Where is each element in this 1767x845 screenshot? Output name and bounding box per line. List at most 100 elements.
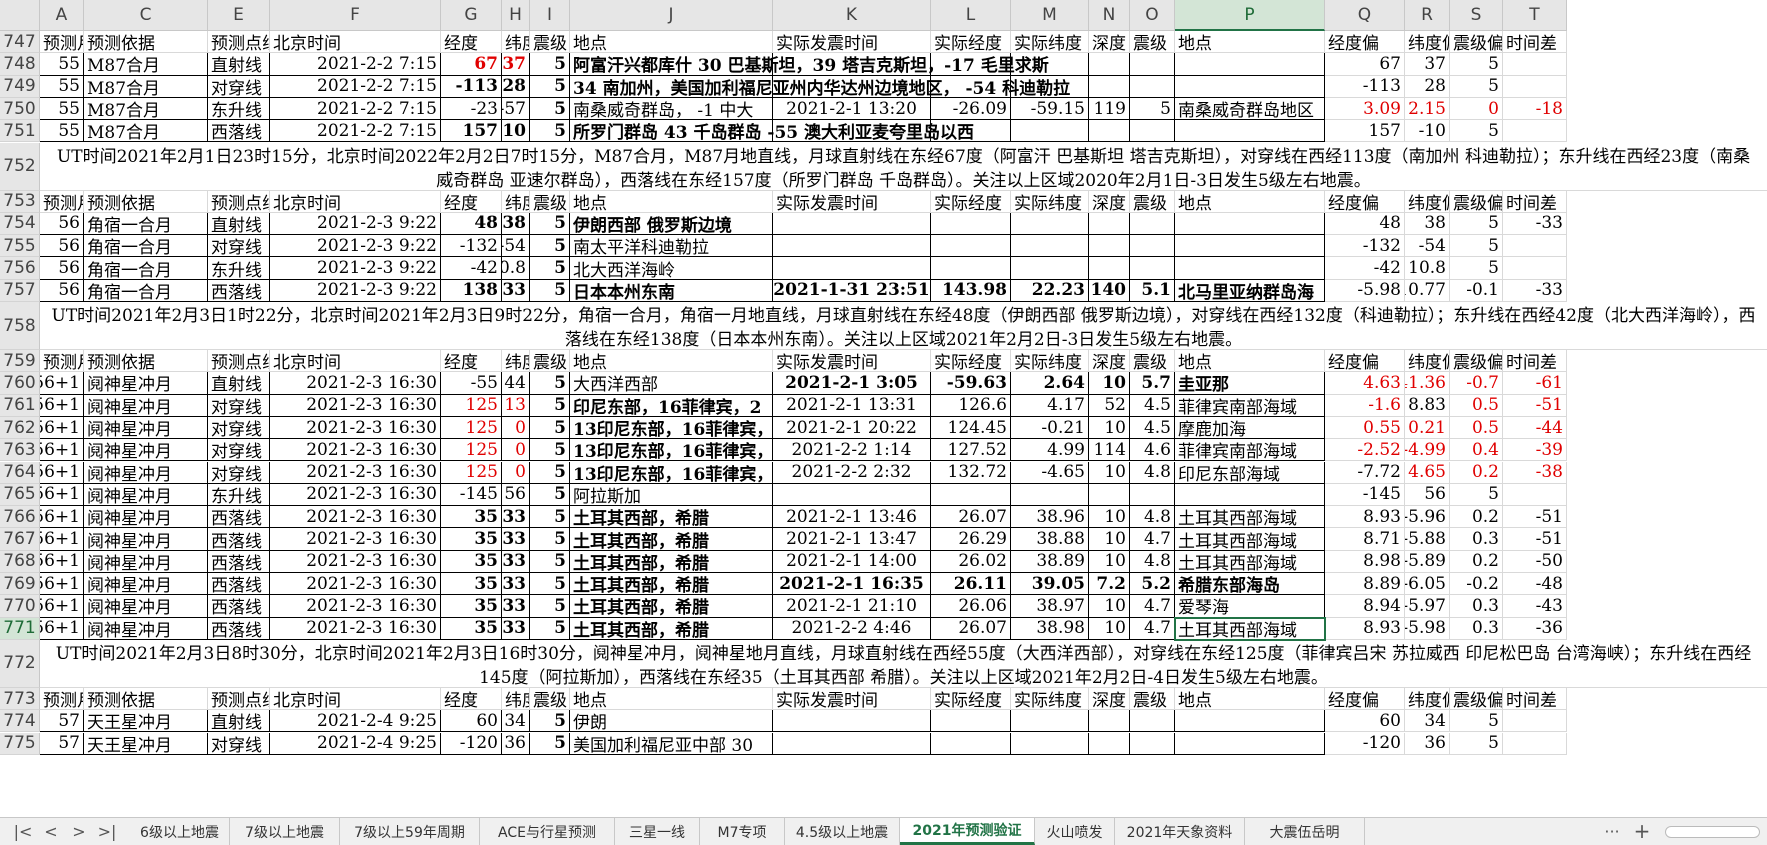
row-header-754[interactable]: 754 — [0, 212, 40, 236]
table-cell[interactable]: 对穿线 — [208, 732, 270, 755]
table-cell[interactable]: -33 — [1503, 212, 1567, 236]
table-cell[interactable]: 5 — [1450, 53, 1503, 76]
table-cell[interactable]: 60 — [441, 710, 502, 733]
table-cell[interactable]: 5 — [530, 53, 570, 76]
header-cell[interactable]: 预测依据 — [84, 31, 208, 54]
header-cell[interactable]: 实际纬度 — [1011, 190, 1089, 213]
table-cell[interactable]: 5 — [530, 617, 570, 640]
table-cell[interactable]: 2021-2-3 16:30 — [270, 394, 441, 417]
select-all-corner[interactable] — [0, 0, 40, 31]
column-header-R[interactable]: R — [1405, 0, 1450, 31]
table-cell[interactable]: 35 — [441, 550, 502, 573]
table-cell[interactable]: 4.8 — [1130, 461, 1175, 484]
table-cell[interactable]: 5 — [530, 550, 570, 573]
column-header-L[interactable]: L — [931, 0, 1011, 31]
table-cell[interactable]: 5 — [530, 279, 570, 302]
table-cell[interactable]: 38 — [502, 212, 530, 236]
table-cell[interactable]: 北马里亚纳群岛海 — [1175, 279, 1325, 302]
sheet-tab[interactable]: M7专项 — [700, 818, 785, 845]
table-cell[interactable]: 阋神星冲月 — [84, 528, 208, 551]
table-cell[interactable]: 4.7 — [1130, 595, 1175, 618]
table-cell[interactable] — [1503, 732, 1567, 755]
table-cell[interactable]: 8.98 — [1325, 550, 1405, 573]
table-cell[interactable]: M87合月 — [84, 75, 208, 98]
table-cell[interactable]: 阋神星冲月 — [84, 506, 208, 529]
header-cell[interactable]: 时间差 — [1503, 687, 1567, 711]
table-cell[interactable]: -42 — [1325, 257, 1405, 280]
table-cell[interactable]: 10 — [1089, 506, 1130, 529]
header-cell[interactable]: 预测依据 — [84, 350, 208, 373]
header-cell[interactable]: 预测点线 — [208, 687, 270, 711]
table-cell[interactable]: 东升线 — [208, 257, 270, 280]
table-cell[interactable] — [1089, 235, 1130, 258]
header-cell[interactable]: 深度 — [1089, 190, 1130, 213]
table-cell[interactable]: 2021-2-3 16:30 — [270, 439, 441, 462]
header-cell[interactable]: 实际经度 — [931, 350, 1011, 373]
table-cell[interactable] — [1130, 235, 1175, 258]
table-cell[interactable]: 4.65 — [1405, 461, 1450, 484]
table-cell[interactable]: 55 — [40, 75, 84, 98]
table-cell[interactable]: -1.6 — [1325, 394, 1405, 417]
table-cell[interactable]: 126.6 — [931, 394, 1011, 417]
row-header-755[interactable]: 755 — [0, 235, 40, 258]
table-cell[interactable]: 119 — [1089, 97, 1130, 121]
column-header-O[interactable]: O — [1130, 0, 1175, 31]
table-cell[interactable] — [1130, 212, 1175, 236]
table-cell[interactable]: M87合月 — [84, 97, 208, 121]
table-cell[interactable]: 37 — [1405, 53, 1450, 76]
row-header-767[interactable]: 767 — [0, 528, 40, 551]
table-cell[interactable]: 2021-2-2 7:15 — [270, 120, 441, 143]
table-cell[interactable]: 13印尼东部，16菲律宾， — [570, 461, 773, 484]
table-cell[interactable]: 0.55 — [1325, 416, 1405, 440]
row-header-750[interactable]: 750 — [0, 97, 40, 121]
row-header-749[interactable]: 749 — [0, 75, 40, 98]
header-cell[interactable]: 预测月 — [40, 350, 84, 373]
table-cell[interactable]: 爱琴海 — [1175, 595, 1325, 618]
table-cell[interactable]: 西落线 — [208, 120, 270, 143]
table-cell[interactable]: 2021-2-1 13:20 — [773, 97, 931, 121]
table-cell[interactable]: 13印尼东部，16菲律宾， — [570, 416, 773, 440]
table-cell[interactable]: 2021-2-3 9:22 — [270, 212, 441, 236]
table-cell[interactable]: 2021-2-3 16:30 — [270, 573, 441, 596]
table-cell[interactable]: -0.1 — [1450, 279, 1503, 302]
header-cell[interactable]: 纬度偏差 — [1405, 350, 1450, 373]
table-cell[interactable]: 26.02 — [931, 550, 1011, 573]
header-cell[interactable]: 北京时间 — [270, 350, 441, 373]
header-cell[interactable]: 深度 — [1089, 687, 1130, 711]
table-cell[interactable]: 5 — [1450, 732, 1503, 755]
header-cell[interactable]: 纬度 — [502, 190, 530, 213]
table-cell[interactable]: -5.97 — [1405, 595, 1450, 618]
table-cell[interactable]: 土耳其西部，希腊 — [570, 595, 773, 618]
row-header-756[interactable]: 756 — [0, 257, 40, 280]
spreadsheet-grid[interactable]: ACEFGHIJKLMNOPQRST 747预测月预测依据预测点线北京时间经度纬… — [0, 0, 1767, 817]
table-cell[interactable]: 5 — [530, 212, 570, 236]
table-cell[interactable]: 4.99 — [1011, 439, 1089, 462]
table-cell[interactable]: 0.5 — [1450, 416, 1503, 440]
table-cell[interactable]: 角宿一合月 — [84, 279, 208, 302]
row-header-772[interactable]: 772 — [0, 639, 40, 688]
table-cell[interactable]: 10 — [1089, 372, 1130, 395]
table-cell[interactable]: 4.8 — [1130, 506, 1175, 529]
table-cell[interactable]: M87合月 — [84, 53, 208, 76]
header-cell[interactable]: 实际纬度 — [1011, 350, 1089, 373]
header-cell[interactable]: 地点 — [570, 687, 773, 711]
table-cell[interactable]: 124.45 — [931, 416, 1011, 440]
header-cell[interactable]: 预测月 — [40, 190, 84, 213]
table-cell[interactable]: 56+1 — [40, 416, 84, 440]
table-cell[interactable] — [931, 235, 1011, 258]
table-cell[interactable]: 5.2 — [1130, 573, 1175, 596]
table-cell[interactable]: 157 — [441, 120, 502, 143]
table-cell[interactable]: 5 — [1450, 235, 1503, 258]
table-cell[interactable]: 138 — [441, 279, 502, 302]
table-cell[interactable]: 5 — [1130, 97, 1175, 121]
table-cell[interactable]: 33 — [502, 279, 530, 302]
table-cell[interactable] — [1175, 235, 1325, 258]
table-cell[interactable] — [1011, 483, 1089, 507]
table-cell[interactable]: 39.05 — [1011, 573, 1089, 596]
table-cell[interactable]: 5.1 — [1130, 279, 1175, 302]
table-cell[interactable]: 38.96 — [1011, 506, 1089, 529]
table-cell[interactable]: -6.05 — [1405, 573, 1450, 596]
table-cell[interactable]: -43 — [1503, 595, 1567, 618]
sheet-tab[interactable]: 4.5级以上地震 — [785, 818, 900, 845]
horizontal-scrollbar[interactable] — [1665, 826, 1760, 838]
